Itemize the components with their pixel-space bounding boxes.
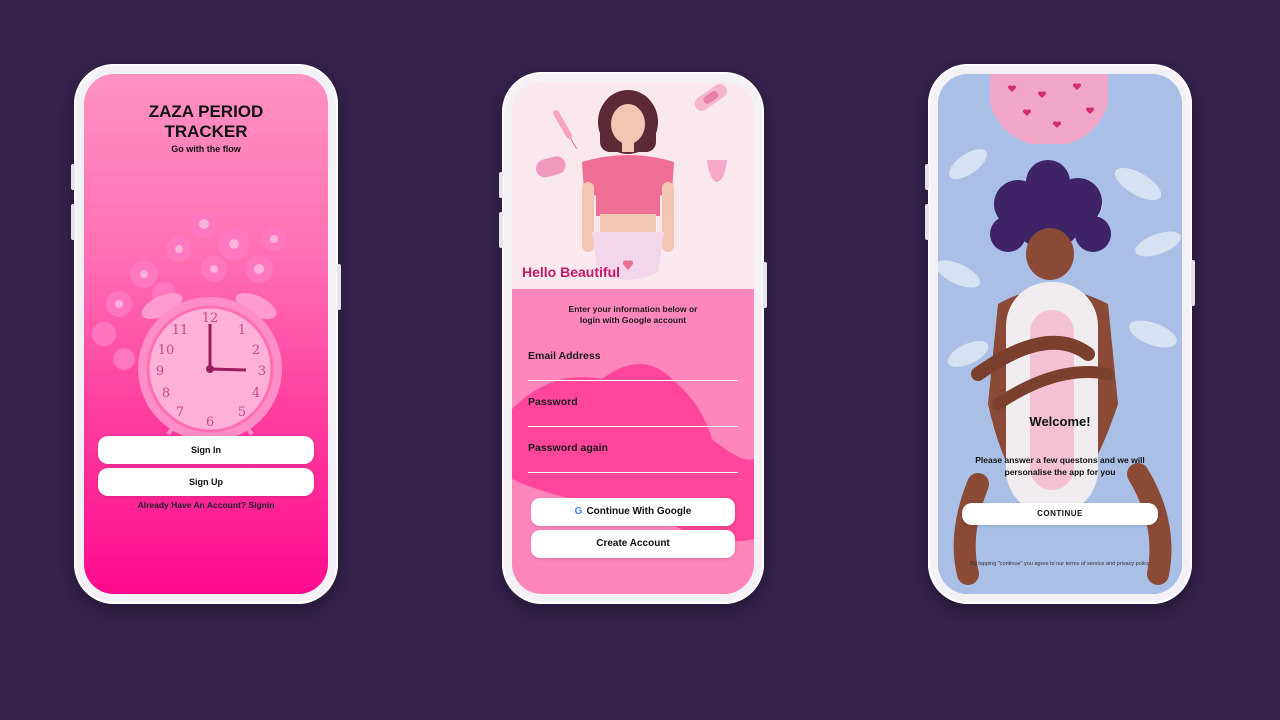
svg-text:11: 11 [172,323,189,338]
google-button-label: Continue With Google [586,506,692,517]
email-field-label: Email Address [528,350,601,362]
svg-text:1: 1 [238,323,246,338]
signup-intro-text: Enter your information below or login wi… [568,304,698,325]
svg-text:6: 6 [206,415,214,430]
welcome-screen: Welcome! Please answer a few questons an… [938,74,1182,594]
svg-text:4: 4 [252,386,260,401]
google-icon: G [574,506,583,517]
svg-text:7: 7 [176,405,184,420]
svg-text:8: 8 [162,386,170,401]
welcome-heading: Welcome! [1029,414,1091,429]
password-again-field[interactable] [528,472,738,473]
phone-mockup-splash: ZAZA PERIOD TRACKER Go with the flow 12 … [71,64,341,604]
greeting-heading: Hello Beautiful [522,264,621,280]
phone-mockup-welcome: Welcome! Please answer a few questons an… [925,64,1195,604]
terms-notice[interactable]: By tapping "continue" you agree to our t… [952,560,1168,568]
app-tagline: Go with the flow [171,144,241,154]
password-field[interactable] [528,426,738,427]
signup-screen: Hello Beautiful Enter your information b… [512,82,754,594]
svg-text:12: 12 [202,311,219,326]
phone-volume-button [499,172,503,198]
already-have-account-link[interactable]: Already Have An Account? Signin [84,500,328,510]
email-field[interactable] [528,380,738,381]
phone-volume-button [71,164,75,190]
woman-illustration [512,82,754,292]
phone-volume-button [925,164,929,190]
password-field-label: Password [528,396,578,408]
svg-text:3: 3 [258,364,266,379]
alarm-clock-flowers-illustration: 12 12 3 45 6 78 9 10 11 [92,210,286,441]
password-again-field-label: Password again [528,442,608,454]
welcome-description: Please answer a few questons and we will… [975,455,1145,477]
phone-volume-button [71,204,75,240]
sign-in-button[interactable]: Sign In [98,436,314,464]
svg-text:5: 5 [238,405,246,420]
phone-power-button [763,262,767,308]
continue-button[interactable]: CONTINUE [962,503,1158,525]
continue-with-google-button[interactable]: G Continue With Google [531,498,735,526]
splash-screen: ZAZA PERIOD TRACKER Go with the flow 12 … [84,74,328,594]
svg-text:2: 2 [252,343,260,358]
create-account-button[interactable]: Create Account [531,530,735,558]
app-title: ZAZA PERIOD TRACKER [148,102,264,141]
phone-volume-button [499,212,503,248]
phone-mockup-signup: Hello Beautiful Enter your information b… [499,72,767,604]
phone-volume-button [925,204,929,240]
phone-power-button [1191,260,1195,306]
sign-up-button[interactable]: Sign Up [98,468,314,496]
svg-text:10: 10 [158,343,175,358]
phone-power-button [337,264,341,310]
svg-text:9: 9 [156,364,164,379]
